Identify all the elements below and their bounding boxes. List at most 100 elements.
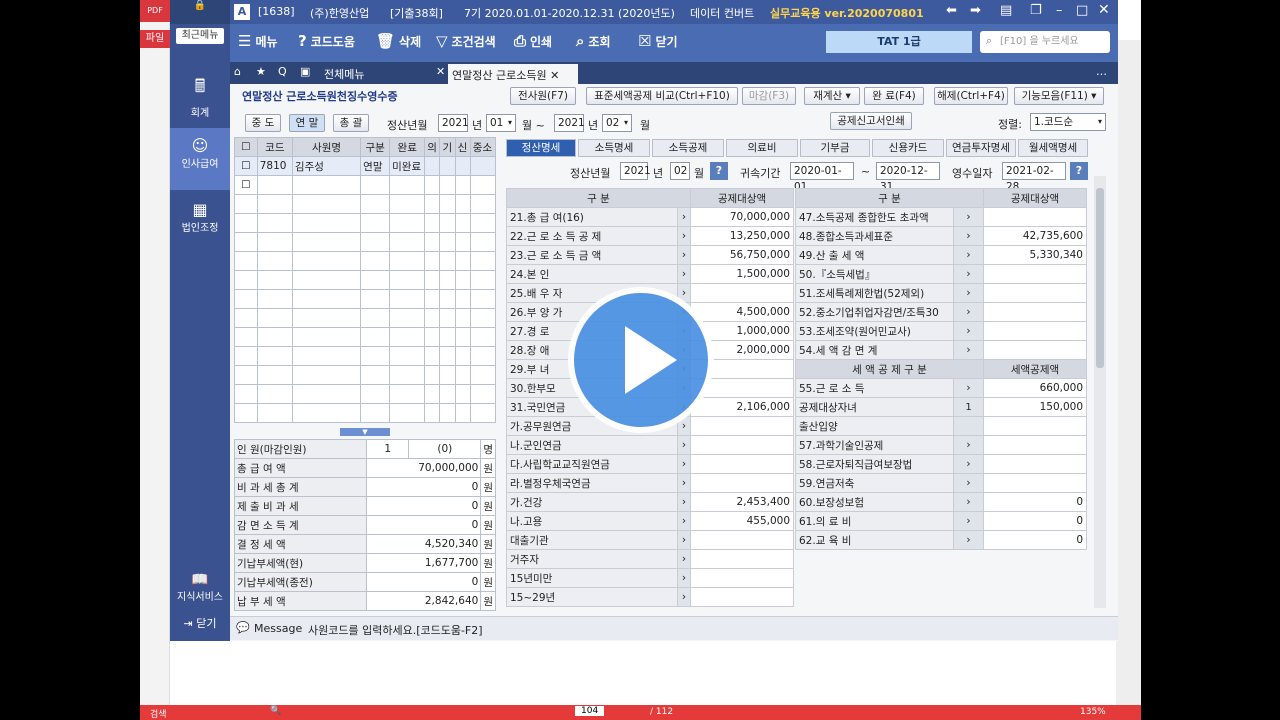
forward-icon[interactable]: ➡ <box>970 3 981 18</box>
tax-value[interactable]: 5,330,340 <box>983 245 1087 265</box>
tab-current[interactable]: 연말정산 근로소득원 ✕ <box>448 64 578 84</box>
tab-current-close-icon[interactable]: ✕ <box>550 69 559 82</box>
table-row[interactable]: ☐ 7810 김주성 연말 미완료 <box>234 156 497 176</box>
credit-value[interactable]: 660,000 <box>983 378 1087 398</box>
release-button[interactable]: 해제(Ctrl+F4) <box>934 87 1008 105</box>
deduction-value[interactable] <box>690 435 794 455</box>
detail-arrow-icon[interactable]: › <box>953 492 984 512</box>
detail-arrow-icon[interactable]: › <box>677 207 691 227</box>
pdf-zoom[interactable]: 135% <box>1080 707 1106 717</box>
detail-arrow-icon[interactable]: › <box>953 511 984 531</box>
deduction-value[interactable]: 70,000,000 <box>690 207 794 227</box>
window-icon[interactable]: ▣ <box>300 65 310 78</box>
deduction-value[interactable]: 1,500,000 <box>690 264 794 284</box>
credit-value[interactable] <box>983 435 1087 455</box>
subtab-income[interactable]: 소득명세 <box>578 139 650 157</box>
nav-accounting[interactable]: 🖩 회계 <box>170 74 230 119</box>
close-icon[interactable]: ✕ <box>1098 2 1110 18</box>
tab-summary[interactable]: 총 괄 <box>333 114 369 132</box>
deduction-value[interactable]: 4,500,000 <box>690 302 794 322</box>
back-icon[interactable]: ⬅ <box>946 3 957 18</box>
restore-icon[interactable]: ❐ <box>1030 3 1042 18</box>
credit-value[interactable]: 150,000 <box>983 397 1087 417</box>
detail-arrow-icon[interactable]: › <box>953 321 984 341</box>
detail-arrow-icon[interactable]: › <box>677 245 691 265</box>
credit-value[interactable]: 0 <box>983 492 1087 512</box>
deduction-value[interactable]: 2,106,000 <box>690 397 794 417</box>
detail-arrow-icon[interactable]: › <box>953 340 984 360</box>
help-icon-2[interactable]: ? <box>1070 162 1088 180</box>
credit-value[interactable]: 0 <box>983 530 1087 550</box>
credit-count[interactable] <box>953 416 984 436</box>
detail-arrow-icon[interactable]: › <box>677 473 691 493</box>
detail-arrow-icon[interactable]: › <box>677 264 691 284</box>
detail-arrow-icon[interactable]: › <box>677 568 691 588</box>
deadline-button[interactable]: 마감(F3) <box>742 87 796 105</box>
code-help-button[interactable]: ? 코드도움 <box>298 32 355 50</box>
sort-select[interactable]: 1.코드순 ▾ <box>1030 113 1106 131</box>
tax-value[interactable] <box>983 302 1087 322</box>
detail-arrow-icon[interactable]: › <box>677 511 691 531</box>
detail-arrow-icon[interactable]: › <box>953 378 984 398</box>
vertical-scrollbar[interactable] <box>1094 176 1106 608</box>
subtab-creditcard[interactable]: 신용카드 <box>872 139 944 157</box>
menu-search-input[interactable]: [F10] 을 누르세요 <box>980 31 1110 53</box>
month-to-select[interactable]: 02 ▾ <box>602 114 632 132</box>
tab-yearend[interactable]: 연 말 <box>289 114 325 132</box>
subtab-settlement[interactable]: 정산명세 <box>506 139 576 157</box>
home-icon[interactable]: ⌂ <box>234 65 241 78</box>
maximize-icon[interactable]: □ <box>1076 3 1088 18</box>
data-convert-link[interactable]: 데이터 컨버트 <box>690 5 754 21</box>
detail-arrow-icon[interactable]: › <box>953 530 984 550</box>
subtab-donation[interactable]: 기부금 <box>800 139 870 157</box>
nav-knowledge[interactable]: 📖 지식서비스 <box>170 572 230 603</box>
deduction-value[interactable] <box>690 530 794 550</box>
nav-corp[interactable]: ▦ 법인조정 <box>170 200 230 234</box>
detail-arrow-icon[interactable]: › <box>953 473 984 493</box>
close-button[interactable]: ☒ 닫기 <box>638 32 678 50</box>
credit-count[interactable]: 1 <box>953 397 984 417</box>
pdf-file-tab[interactable]: 파일 <box>140 30 170 48</box>
subtab-deduction[interactable]: 소득공제 <box>652 139 724 157</box>
year-to-input[interactable]: 2021 <box>554 114 585 132</box>
detail-month-input[interactable]: 02 <box>670 162 690 180</box>
recalculate-button[interactable]: 재계산 ▾ <box>804 87 860 105</box>
delete-button[interactable]: 🗑 삭제 <box>376 32 421 50</box>
deduction-value[interactable] <box>690 473 794 493</box>
splitter-handle[interactable]: ▼ <box>340 428 390 436</box>
deduction-value[interactable] <box>690 549 794 569</box>
select-all-checkbox[interactable]: ☐ <box>234 137 258 157</box>
deduction-value[interactable]: 2,453,400 <box>690 492 794 512</box>
year-from-input[interactable]: 2021 <box>438 114 469 132</box>
deduction-value[interactable]: 13,250,000 <box>690 226 794 246</box>
detail-arrow-icon[interactable]: › <box>677 226 691 246</box>
subtab-pension[interactable]: 연금투자명세 <box>946 139 1016 157</box>
all-employees-button[interactable]: 전사원(F7) <box>510 87 576 105</box>
receipt-date-input[interactable]: 2021-02-28 <box>1002 162 1066 193</box>
minimize-icon[interactable]: – <box>1056 3 1063 18</box>
credit-value[interactable] <box>983 473 1087 493</box>
pdf-search[interactable]: 검색 <box>150 707 167 720</box>
detail-arrow-icon[interactable]: › <box>953 454 984 474</box>
print-button[interactable]: ⎙ 인쇄 <box>514 32 552 50</box>
tax-value[interactable] <box>983 321 1087 341</box>
nav-hr[interactable]: ☺ 인사급여 <box>170 128 230 190</box>
credit-value[interactable]: 0 <box>983 511 1087 531</box>
function-collection-button[interactable]: 기능모음(F11) ▾ <box>1014 87 1104 105</box>
nav-exit[interactable]: ⇥ 닫기 <box>170 615 230 631</box>
tax-value[interactable] <box>983 340 1087 360</box>
complete-button[interactable]: 완 료(F4) <box>864 87 924 105</box>
belong-to-input[interactable]: 2020-12-31 <box>876 162 940 193</box>
belong-from-input[interactable]: 2020-01-01 <box>790 162 854 193</box>
tab-all-menu[interactable]: 전체메뉴 <box>324 66 364 82</box>
detail-arrow-icon[interactable]: › <box>953 207 984 227</box>
detail-arrow-icon[interactable]: › <box>677 492 691 512</box>
help-icon[interactable]: ? <box>710 162 728 180</box>
deduction-value[interactable] <box>690 454 794 474</box>
tax-value[interactable] <box>983 207 1087 227</box>
deduction-value[interactable] <box>690 283 794 303</box>
detail-arrow-icon[interactable]: › <box>953 302 984 322</box>
detail-arrow-icon[interactable]: › <box>953 226 984 246</box>
lookup-button[interactable]: ⌕ 조회 <box>576 32 611 50</box>
standard-credit-compare-button[interactable]: 표준세액공제 비교(Ctrl+F10) <box>586 87 738 105</box>
